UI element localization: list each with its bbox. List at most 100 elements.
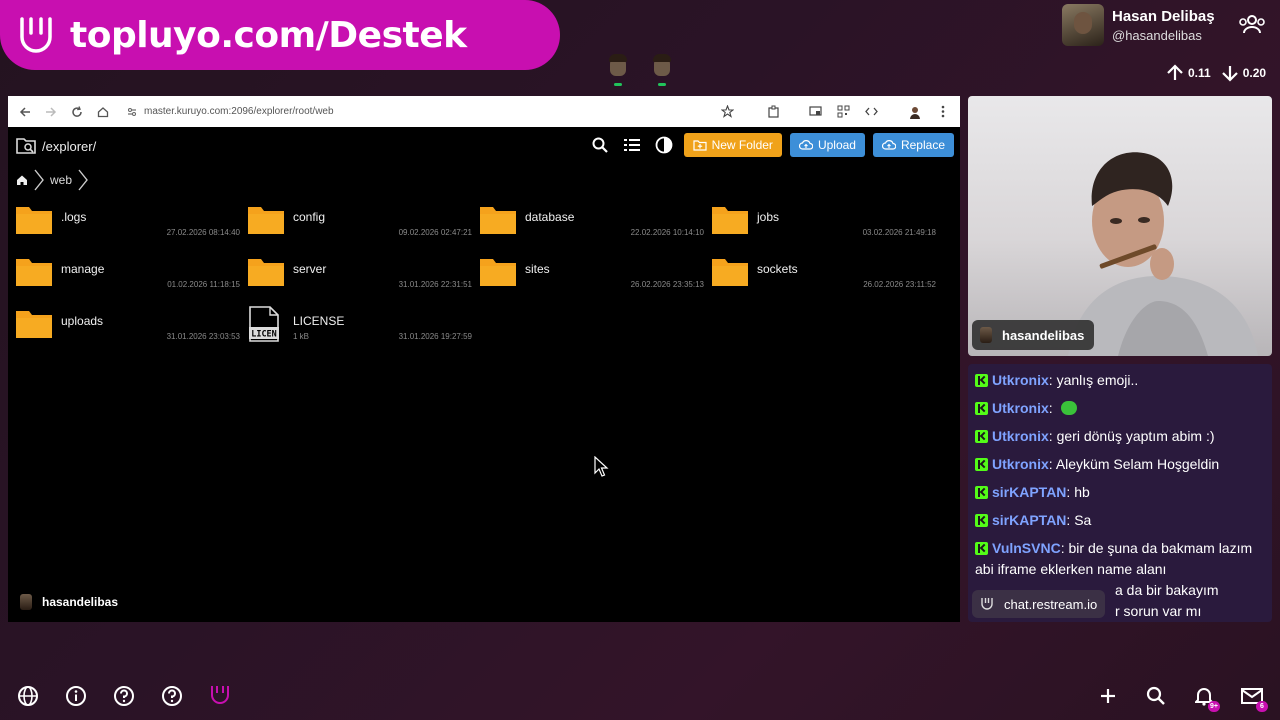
item-date: 31.01.2026 19:27:59 xyxy=(398,332,472,341)
home-icon[interactable] xyxy=(92,101,114,123)
mail-icon[interactable]: 6 xyxy=(1240,684,1268,712)
chat-username: sirKAPTAN xyxy=(992,512,1067,528)
folder-item[interactable]: config 09.02.2026 02:47:21 xyxy=(248,202,472,242)
mail-badge: 6 xyxy=(1256,701,1268,712)
streamer-profile[interactable]: Hasan Delibaş @hasandelibas xyxy=(1062,4,1215,46)
search-icon[interactable] xyxy=(1144,684,1168,708)
folder-icon xyxy=(480,207,516,234)
breadcrumb: web xyxy=(16,168,94,192)
kick-icon xyxy=(975,458,988,471)
folder-icon xyxy=(16,207,52,234)
folder-item[interactable]: .logs 27.02.2026 08:14:40 xyxy=(16,202,240,242)
extensions-icon[interactable] xyxy=(762,101,784,123)
chat-message: Utkronix: yanlış emoji.. xyxy=(975,370,1264,391)
item-date: 26.02.2026 23:35:13 xyxy=(630,280,704,289)
kick-icon xyxy=(975,430,988,443)
item-name: database xyxy=(525,210,575,224)
chat-username: Utkronix xyxy=(992,400,1049,416)
chat-message: Utkronix: Aleyküm Selam Hoşgeldin xyxy=(975,454,1264,475)
topluyo-banner[interactable]: topluyo.com/Destek xyxy=(0,0,560,70)
chat-username: Utkronix xyxy=(992,372,1049,388)
item-date: 01.02.2026 11:18:15 xyxy=(167,280,240,289)
item-name: manage xyxy=(61,262,105,276)
chat-panel: Utkronix: yanlış emoji.. Utkronix: Utkro… xyxy=(968,364,1272,622)
item-name: sockets xyxy=(757,262,798,276)
back-arrow-icon[interactable] xyxy=(14,101,36,123)
folder-item[interactable]: database 22.02.2026 10:14:10 xyxy=(480,202,704,242)
site-info-icon[interactable] xyxy=(126,106,138,118)
cloud-upload-icon xyxy=(798,140,813,150)
menu-icon[interactable] xyxy=(932,101,954,123)
chat-username: Utkronix xyxy=(992,456,1049,472)
code-icon[interactable] xyxy=(860,101,882,123)
bottom-right-toolbar: 9+ 6 xyxy=(1096,684,1268,712)
file-item[interactable]: LICEN LICENSE 1 kB 31.01.2026 19:27:59 xyxy=(248,306,472,346)
address-bar: master.kuruyo.com:2096/explorer/root/web xyxy=(8,96,960,127)
people-icon[interactable] xyxy=(1238,14,1266,34)
forward-arrow-icon[interactable] xyxy=(40,101,62,123)
arrow-up-icon xyxy=(1167,64,1183,80)
mouse-cursor-icon xyxy=(594,456,609,477)
item-date: 26.02.2026 23:11:52 xyxy=(863,280,936,289)
folder-item[interactable]: sockets 26.02.2026 23:11:52 xyxy=(712,254,936,294)
chat-source-badge: chat.restream.io xyxy=(972,590,1106,618)
download-rate: 0.20 xyxy=(1242,66,1267,80)
viewer-avatar[interactable] xyxy=(606,54,630,86)
notification-badge: 9+ xyxy=(1208,701,1220,712)
item-date: 03.02.2026 21:49:18 xyxy=(862,228,936,237)
folder-item[interactable]: manage 01.02.2026 11:18:15 xyxy=(16,254,240,294)
chat-username: Utkronix xyxy=(992,428,1049,444)
explorer-path: /explorer/ xyxy=(42,138,97,154)
upload-button[interactable]: Upload xyxy=(789,133,865,157)
chat-message: Utkronix: xyxy=(975,398,1264,419)
topluyo-logo-icon xyxy=(20,17,52,53)
url-text: master.kuruyo.com:2096/explorer/root/web xyxy=(144,106,334,117)
folder-item[interactable]: jobs 03.02.2026 21:49:18 xyxy=(712,202,936,242)
chat-username: VulnSVNC xyxy=(992,540,1061,556)
reload-icon[interactable] xyxy=(66,101,88,123)
folder-item[interactable]: server 31.01.2026 22:31:51 xyxy=(248,254,472,294)
profile-handle: @hasandelibas xyxy=(1112,27,1202,43)
home-icon[interactable] xyxy=(16,174,28,186)
folder-icon xyxy=(712,207,748,234)
search-icon[interactable] xyxy=(588,133,612,157)
help-icon[interactable] xyxy=(160,684,184,708)
topluyo-logo-icon[interactable] xyxy=(208,684,232,708)
url-field[interactable]: master.kuruyo.com:2096/explorer/root/web xyxy=(126,100,716,124)
new-folder-button[interactable]: New Folder xyxy=(683,133,782,157)
kick-icon xyxy=(975,542,988,555)
star-icon[interactable] xyxy=(716,101,738,123)
item-name: config xyxy=(293,210,326,224)
explorer-toolbar: /explorer/ New Folder Upload Replace xyxy=(8,127,960,165)
cloud-upload-icon xyxy=(881,140,896,150)
qr-code-icon[interactable] xyxy=(832,101,854,123)
chat-message: sirKAPTAN: hb xyxy=(975,482,1264,503)
breadcrumb-item-web[interactable]: web xyxy=(50,173,72,187)
item-date: 09.02.2026 02:47:21 xyxy=(398,228,472,237)
item-name: LICENSE xyxy=(293,314,345,328)
plus-icon[interactable] xyxy=(1096,684,1120,708)
item-size: 1 kB xyxy=(293,332,310,341)
item-name: .logs xyxy=(61,210,87,224)
help-icon[interactable] xyxy=(112,684,136,708)
stream-user-label: hasandelibas xyxy=(20,594,118,610)
item-date: 22.02.2026 10:14:10 xyxy=(630,228,704,237)
viewer-avatars xyxy=(606,54,674,86)
info-icon[interactable] xyxy=(64,684,88,708)
folder-item[interactable]: uploads 31.01.2026 23:03:53 xyxy=(16,306,240,346)
arrow-down-icon xyxy=(1221,66,1238,82)
bell-icon[interactable]: 9+ xyxy=(1192,684,1220,712)
topluyo-logo-icon xyxy=(981,598,993,610)
folder-item[interactable]: sites 26.02.2026 23:35:13 xyxy=(480,254,704,294)
list-view-icon[interactable] xyxy=(620,133,644,157)
replace-button[interactable]: Replace xyxy=(872,133,954,157)
cast-icon[interactable] xyxy=(804,101,826,123)
globe-icon[interactable] xyxy=(16,684,40,708)
avatar xyxy=(20,594,32,610)
emote-icon xyxy=(1060,401,1077,415)
folder-icon xyxy=(16,259,52,286)
profile-icon[interactable] xyxy=(904,101,926,123)
folder-icon xyxy=(16,311,52,338)
theme-toggle-icon[interactable] xyxy=(652,133,676,157)
viewer-avatar[interactable] xyxy=(650,54,674,86)
